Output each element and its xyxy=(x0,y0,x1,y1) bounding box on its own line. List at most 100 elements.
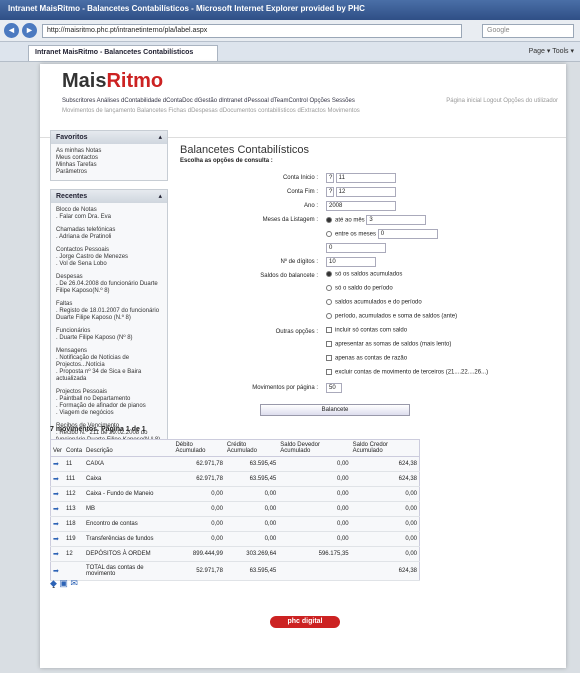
recentes-item[interactable]: . Proposta nº 34 de Sica e Baira actuali… xyxy=(56,369,162,383)
column-header: Saldo Devedor Acumulado xyxy=(278,439,351,457)
page-number[interactable]: 1 xyxy=(50,581,420,593)
column-header: Ver xyxy=(50,439,65,457)
view-arrow-icon[interactable]: ➡ xyxy=(50,531,65,547)
value-cell: 0,00 xyxy=(278,486,351,502)
lookup-icon[interactable]: ? xyxy=(326,187,334,197)
form-subtitle: Escolha as opções de consulta : xyxy=(180,158,273,164)
favoritos-title[interactable]: Favoritos ▴ xyxy=(51,131,167,144)
maisritmo-logo[interactable]: MaisRitmo xyxy=(62,70,163,93)
main-menu[interactable]: Subscritores Análises dContabilidade dCo… xyxy=(62,98,355,104)
results-title: 7 movimentos. Página 1 de 1 xyxy=(50,426,146,433)
meses-radio-1[interactable] xyxy=(326,217,332,223)
recentes-group-head[interactable]: Funcionários xyxy=(56,328,162,335)
lookup-icon[interactable]: ? xyxy=(326,173,334,183)
outras-checkbox[interactable] xyxy=(326,327,332,333)
descricao-cell: MB xyxy=(84,501,174,517)
saldos-radio[interactable] xyxy=(326,285,332,291)
view-arrow-icon[interactable]: ➡ xyxy=(50,501,65,517)
recentes-group-head[interactable]: Faltas xyxy=(56,301,162,308)
favoritos-item[interactable]: Parâmetros xyxy=(56,169,162,176)
balancete-button[interactable]: Balancete xyxy=(260,404,410,416)
table-row: ➡ 11 CAIXA 62.971,78 63.595,45 0,00 624,38 xyxy=(50,456,420,472)
ate-mes-input[interactable]: 3 xyxy=(366,215,427,225)
digitos-input[interactable]: 10 xyxy=(326,257,376,267)
saldos-row-1: só o saldo do período xyxy=(180,284,560,298)
recentes-item[interactable]: . Notificação de Notícias de Projectos..… xyxy=(56,355,162,369)
recentes-group-head[interactable]: Mensagens xyxy=(56,348,162,355)
recentes-group-head[interactable]: Bloco de Notas xyxy=(56,207,162,214)
favoritos-item[interactable]: Meus contactos xyxy=(56,155,162,162)
recentes-item[interactable]: . Jorge Castro de Menezes xyxy=(56,254,162,261)
recentes-item[interactable]: . Paintball no Departamento xyxy=(56,396,162,403)
descricao-cell: Transferências de fundos xyxy=(84,531,174,547)
value-cell: 0,00 xyxy=(173,531,225,547)
recentes-group-head[interactable]: Despesas xyxy=(56,274,162,281)
view-arrow-icon[interactable]: ➡ xyxy=(50,456,65,472)
recentes-item[interactable]: . Formação de afinador de pianos xyxy=(56,403,162,410)
collapse-icon[interactable]: ▴ xyxy=(158,192,162,200)
ano-input[interactable]: 2008 xyxy=(326,201,396,211)
movimentos-input[interactable]: 50 xyxy=(326,383,342,393)
url-input[interactable]: http://maisritmo.phc.pt/intranetinterno/… xyxy=(42,24,462,38)
column-header: Saldo Credor Acumulado xyxy=(350,439,420,457)
sub-menu[interactable]: Movimentos de lançamento Balancetes Fich… xyxy=(62,108,360,114)
recentes-title[interactable]: Recentes ▴ xyxy=(51,190,167,203)
conta-cell: 113 xyxy=(64,501,85,517)
favoritos-item[interactable]: Minhas Tarefas xyxy=(56,162,162,169)
favoritos-item[interactable]: As minhas Notas xyxy=(56,148,162,155)
back-icon[interactable]: ◄ xyxy=(4,23,19,38)
recentes-item[interactable]: . Falar com Dra. Eva xyxy=(56,214,162,221)
tab-balancetes[interactable]: Intranet MaisRitmo - Balancetes Contabil… xyxy=(28,45,218,61)
value-cell: 0,00 xyxy=(173,501,225,517)
table-row: ➡ 111 Caixa 62.971,78 63.595,45 0,00 624,38 xyxy=(50,471,420,487)
recentes-item[interactable]: . De 26.04.2008 do funcionário Duarte Fi… xyxy=(56,281,162,295)
footer-icons[interactable]: ◆ ▣ ✉ xyxy=(50,578,78,589)
top-links[interactable]: Página inicial Logout Opções do utilizad… xyxy=(446,98,558,104)
recentes-item[interactable]: . Registo de 18.01.2007 do funcionário D… xyxy=(56,308,162,322)
descricao-cell: CAIXA xyxy=(84,456,174,472)
value-cell: 0,00 xyxy=(350,516,420,532)
conta-fim-input[interactable]: 12 xyxy=(335,187,396,197)
view-arrow-icon[interactable]: ➡ xyxy=(50,516,65,532)
recentes-group-head[interactable]: Chamadas telefónicas xyxy=(56,227,162,234)
conta-inicio-row: Conta Inicio : ? 11 xyxy=(180,172,560,186)
meses-radio-2[interactable] xyxy=(326,231,332,237)
forward-icon[interactable]: ► xyxy=(22,23,37,38)
view-arrow-icon[interactable]: ➡ xyxy=(50,546,65,562)
search-input[interactable]: Google xyxy=(482,24,574,38)
site-header: MaisRitmo Subscritores Análises dContabi… xyxy=(40,64,566,138)
descricao-cell: Caixa - Fundo de Maneio xyxy=(84,486,174,502)
value-cell: 0,00 xyxy=(278,456,351,472)
collapse-icon[interactable]: ▴ xyxy=(158,133,162,141)
saldos-radio[interactable] xyxy=(326,299,332,305)
recentes-group: Chamadas telefónicas. Adriana de Pratino… xyxy=(56,227,162,241)
saldos-row-0: Saldos do balancete : só os saldos acumu… xyxy=(260,271,403,279)
meses-row: Meses da Listagem : até ao mês 3 xyxy=(180,214,560,228)
recentes-group-head[interactable]: Projectos Pessoais xyxy=(56,389,162,396)
recentes-item[interactable]: . Duarte Filipe Kaposo (Nº 8) xyxy=(56,335,162,342)
recentes-group-head[interactable]: Contactos Pessoais xyxy=(56,247,162,254)
main-content: Balancetes Contabilísticos Escolha as op… xyxy=(180,140,560,396)
value-cell: 0,00 xyxy=(278,531,351,547)
recentes-group: Funcionários. Duarte Filipe Kaposo (Nº 8… xyxy=(56,328,162,342)
entre-meses-input-b[interactable]: 0 xyxy=(326,243,386,253)
value-cell: 0,00 xyxy=(350,546,420,562)
toolbar-menu[interactable]: Page ▾ Tools ▾ xyxy=(529,47,574,55)
view-arrow-icon[interactable]: ➡ xyxy=(50,471,65,487)
view-arrow-icon[interactable]: ➡ xyxy=(50,486,65,502)
recentes-item[interactable]: . Viagem de negócios xyxy=(56,410,162,417)
page-title: Balancetes Contabilísticos xyxy=(180,144,310,156)
table-row: ➡ 119 Transferências de fundos 0,00 0,00 0,00… xyxy=(50,531,420,547)
outras-checkbox[interactable] xyxy=(326,341,332,347)
recentes-item[interactable]: . Vol de Sena Lobo xyxy=(56,261,162,268)
outras-checkbox[interactable] xyxy=(326,355,332,361)
entre-meses-input-a[interactable]: 0 xyxy=(377,229,438,239)
descricao-cell: Encontro de contas xyxy=(84,516,174,532)
conta-inicio-input[interactable]: 11 xyxy=(335,173,396,183)
saldos-radio[interactable] xyxy=(326,313,332,319)
outras-checkbox[interactable] xyxy=(326,369,332,375)
recentes-item[interactable]: . Adriana de Pratinoli xyxy=(56,234,162,241)
results-table: Ver Conta Descrição Débito Acumulado Crédito… xyxy=(50,439,420,581)
conta-cell: 119 xyxy=(64,531,85,547)
saldos-radio[interactable] xyxy=(326,271,332,277)
